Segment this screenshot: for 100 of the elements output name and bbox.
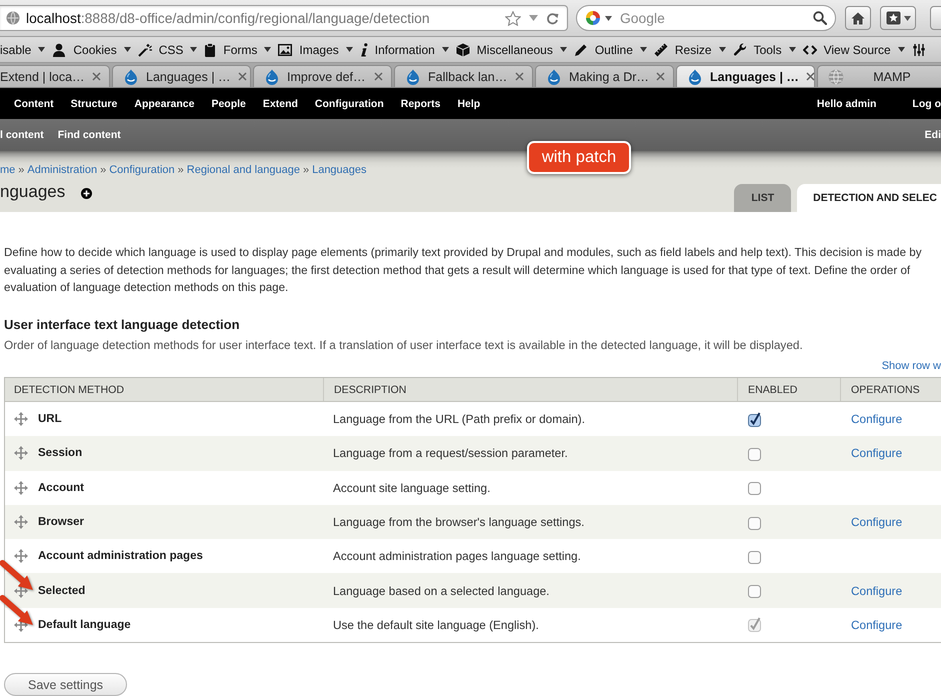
drag-handle-icon[interactable] (14, 549, 28, 564)
wand-icon (138, 42, 152, 56)
toolbar-menu-button[interactable]: Information (360, 42, 449, 56)
search-engine-icon[interactable] (585, 10, 601, 26)
page-tab[interactable]: DETECTION AND SELEC (797, 184, 941, 212)
search-icon[interactable] (813, 11, 827, 25)
bookmark-icon (886, 11, 900, 25)
browser-tab[interactable]: Languages | … (676, 65, 815, 87)
toolbar-menu-button[interactable]: Forms (204, 42, 272, 56)
search-field[interactable]: Google (576, 5, 836, 31)
annotation-label: with patch (527, 141, 631, 174)
method-name: Account administration pages (38, 550, 203, 562)
breadcrumb-link[interactable]: Configuration (109, 163, 175, 177)
pencil-icon (574, 42, 588, 56)
breadcrumb-separator: » (178, 163, 184, 177)
configure-link[interactable]: Configure (851, 446, 902, 460)
drop-icon (264, 68, 280, 84)
method-description: Language from a request/session parameter. (333, 446, 568, 460)
reload-icon[interactable] (546, 12, 559, 24)
browser-tab[interactable]: Fallback lan… (394, 65, 533, 87)
drag-handle-icon[interactable] (14, 412, 28, 426)
globe-icon (6, 11, 20, 25)
configure-link[interactable]: Configure (851, 515, 902, 530)
toolbar-menu-button[interactable]: Outline (574, 42, 647, 56)
method-description: Language based on a selected language. (333, 584, 550, 598)
browser-tab[interactable]: Languages | … (112, 65, 251, 87)
shortcut-link[interactable]: Find content (58, 129, 121, 141)
page-tab[interactable]: LIST (734, 184, 792, 212)
toolbar-link[interactable]: Help (457, 98, 480, 110)
toolbar-menu-button[interactable]: View Source (802, 42, 905, 56)
logout-link[interactable]: Log o (912, 98, 941, 110)
close-icon[interactable] (238, 72, 247, 81)
user-link[interactable]: Hello admin (816, 98, 876, 110)
save-button[interactable]: Save settings (4, 673, 128, 696)
toolbar-link[interactable]: Configuration (314, 98, 384, 110)
caret-icon (718, 47, 726, 52)
page-title: nguages (0, 182, 66, 203)
enable-checkbox[interactable] (748, 583, 761, 598)
star-icon[interactable] (505, 10, 521, 26)
sliders-icon[interactable] (912, 42, 926, 56)
browser-tab[interactable]: MAMP (817, 65, 941, 87)
close-icon[interactable] (92, 72, 101, 81)
configure-link[interactable]: Configure (851, 584, 902, 598)
toolbar-link[interactable]: Content (14, 98, 54, 110)
browser-tab[interactable]: Making a Dr… (535, 65, 674, 87)
toolbar-link[interactable]: Appearance (134, 98, 194, 110)
description-text: Define how to decide which language is used to display page elements (primarily text provided by Drupal and modules, such as field labels and help text). This decision is made by evaluating a series of detection methods for languages; the first detection method that gets a result will determine which language is used for that type of text. Define the order of evaluation of language detection methods on this page. (4, 245, 922, 296)
section-title: User interface text language detection (4, 316, 241, 334)
drag-handle-icon[interactable] (14, 480, 28, 495)
toolbar-link[interactable]: People (211, 98, 246, 110)
close-icon[interactable] (806, 72, 815, 81)
edit-shortcuts-link[interactable]: Edi (924, 129, 941, 141)
person-icon (52, 42, 66, 56)
breadcrumb-link[interactable]: me (0, 163, 16, 177)
toolbar-link[interactable]: Structure (70, 98, 118, 110)
bookmarks-button[interactable] (880, 6, 916, 30)
drag-handle-icon[interactable] (14, 584, 28, 598)
caret-icon[interactable] (605, 16, 612, 21)
configure-link[interactable]: Configure (851, 412, 902, 426)
toolbar-link[interactable]: Extend (262, 98, 298, 110)
toolbar-menu-button[interactable]: Cookies (52, 42, 131, 56)
toolbar-menu-button[interactable]: CSS (138, 42, 198, 56)
caret-icon (788, 47, 796, 52)
browser-tab[interactable]: Extend | loca… (0, 65, 110, 87)
column-header: OPERATIONS (840, 378, 941, 401)
enable-checkbox[interactable] (748, 548, 761, 564)
url-text: localhost:8888/d8-office/admin/config/regional/language/detection (26, 10, 430, 26)
url-field[interactable]: localhost:8888/d8-office/admin/config/regional/language/detection (0, 5, 568, 31)
drag-handle-icon[interactable] (14, 446, 28, 460)
wrench-icon (732, 42, 747, 56)
toolbar-menu-button[interactable]: Tools (732, 42, 796, 56)
toolbar-menu-button[interactable]: isable (0, 42, 46, 56)
toolbar-menu-button[interactable]: Miscellaneous (456, 42, 567, 56)
toolbar-link[interactable]: Reports (400, 98, 440, 110)
drag-handle-icon[interactable] (14, 515, 28, 530)
show-row-weights-link[interactable]: Show row w (882, 358, 941, 375)
enable-checkbox[interactable] (748, 480, 761, 496)
drop-icon (546, 68, 562, 84)
browser-tab[interactable]: Improve def… (253, 65, 392, 87)
method-name: Account (38, 482, 84, 494)
breadcrumb-link[interactable]: Administration (27, 163, 98, 177)
caret-icon (904, 16, 910, 20)
shortcut-link[interactable]: l content (0, 129, 44, 141)
toolbar-menu-button[interactable]: Resize (654, 42, 726, 56)
home-button[interactable] (845, 6, 871, 30)
breadcrumb-link[interactable]: Regional and language (186, 163, 300, 177)
method-name: Default language (38, 618, 131, 631)
add-icon[interactable] (81, 188, 92, 199)
toolbar-menu-button[interactable]: Images (278, 42, 353, 56)
ruler-icon (654, 42, 668, 56)
close-icon[interactable] (515, 72, 524, 81)
picture-icon (278, 44, 292, 56)
breadcrumb-link[interactable]: Languages (312, 163, 367, 177)
method-name: Browser (38, 516, 84, 528)
enable-checkbox[interactable] (748, 514, 761, 530)
enable-checkbox[interactable] (748, 446, 761, 461)
close-icon[interactable] (656, 72, 665, 81)
enable-checkbox[interactable] (748, 412, 761, 427)
close-icon[interactable] (374, 72, 383, 81)
breadcrumb-separator: » (302, 163, 310, 177)
